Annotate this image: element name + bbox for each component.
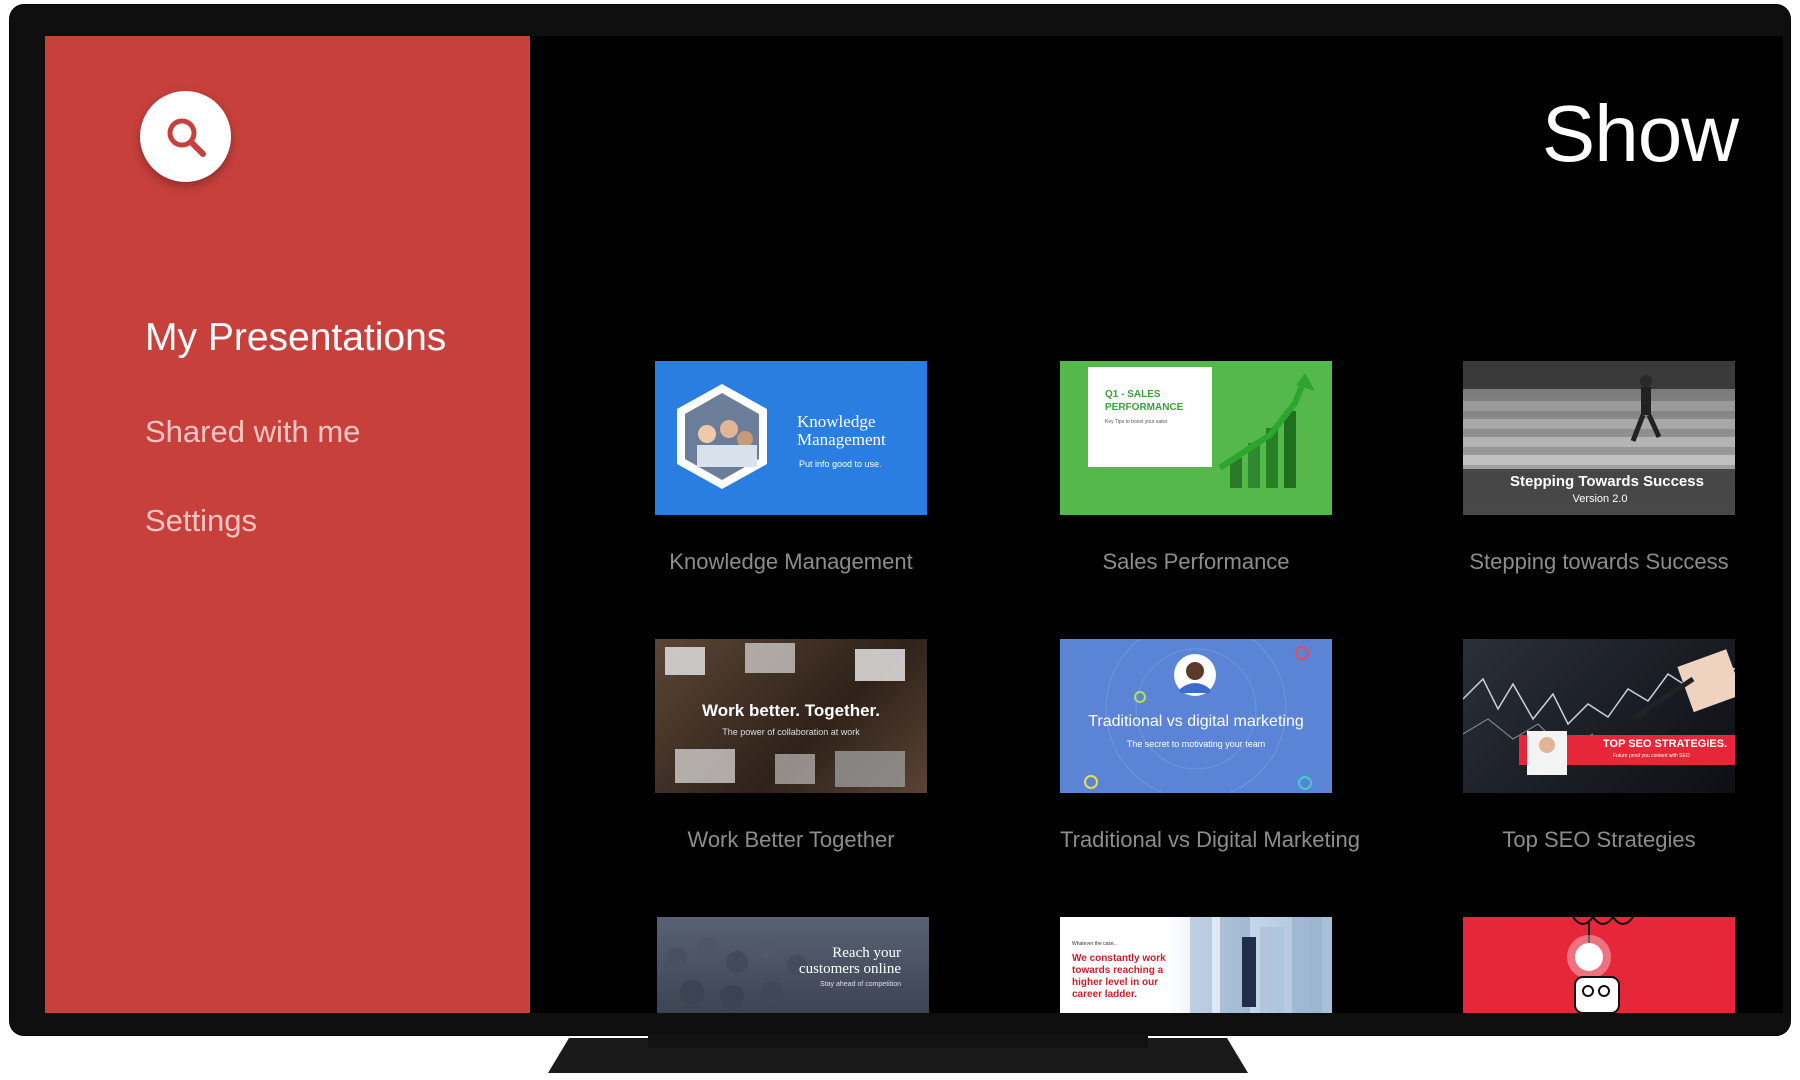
presentation-title: Sales Performance: [1102, 549, 1290, 574]
growth-chart-icon: [1218, 373, 1315, 488]
thumb-title: Knowledge Management: [797, 412, 886, 449]
presentation-card[interactable]: Stepping Towards Success Version 2.0 Ste…: [1463, 361, 1735, 575]
stock-chart-icon: [1463, 649, 1735, 775]
tv-screen: My Presentations Shared with me Settings…: [45, 36, 1783, 1013]
thumb-subtitle: Put info good to use.: [799, 459, 882, 469]
main-content: Show Knowledge Management Put info good …: [530, 36, 1783, 1013]
presentation-title: Stepping towards Success: [1469, 549, 1729, 574]
thumb-subtitle: Future proof you content with SEO: [1613, 753, 1690, 759]
thumb-kicker: Whatever the case...: [1072, 941, 1118, 947]
thumb-subtitle: The power of collaboration at work: [722, 727, 860, 737]
presentation-thumbnail: Work better. Together. The power of coll…: [655, 639, 927, 793]
presentation-card[interactable]: Reach your customers online Stay ahead o…: [657, 917, 929, 1013]
presentation-card[interactable]: TOP SEO STRATEGIES. Future proof you con…: [1463, 639, 1735, 853]
presentation-thumbnail: Stepping Towards Success Version 2.0: [1463, 361, 1735, 515]
presentation-title: Knowledge Management: [669, 549, 913, 574]
search-icon: [167, 118, 206, 157]
presentation-thumbnail: TOP SEO STRATEGIES. Future proof you con…: [1463, 639, 1735, 793]
presentation-thumbnail: Traditional vs digital marketing The sec…: [1060, 639, 1332, 793]
presentation-card[interactable]: Traditional vs digital marketing The sec…: [1060, 639, 1360, 853]
thumb-title: Work better. Together.: [702, 701, 880, 720]
presentation-title: Work Better Together: [687, 827, 895, 852]
presentation-thumbnail: Q1 - SALES PERFORMANCE Key Tips to boost…: [1060, 361, 1332, 515]
presentation-card[interactable]: [1463, 917, 1735, 1013]
presentation-title: Top SEO Strategies: [1502, 827, 1696, 852]
sidebar-item-shared-with-me[interactable]: Shared with me: [145, 415, 446, 449]
hexagon-photo-icon: [677, 384, 767, 489]
thumb-title: We constantly work towards reaching a hi…: [1072, 953, 1166, 1000]
lightbulb-icon: [1567, 917, 1634, 1013]
tv-bezel: My Presentations Shared with me Settings…: [10, 5, 1790, 1035]
sidebar-item-settings[interactable]: Settings: [145, 504, 446, 538]
thumb-subtitle: Version 2.0: [1572, 493, 1628, 505]
thumb-title: Q1 - SALES PERFORMANCE: [1105, 389, 1184, 413]
presentation-thumbnail: Knowledge Management Put info good to us…: [655, 361, 927, 515]
search-button[interactable]: [140, 91, 231, 182]
thumb-subtitle: Key Tips to boost your sales: [1105, 419, 1168, 425]
thumb-subtitle: The secret to motivating your team: [1126, 739, 1266, 749]
sidebar-nav: My Presentations Shared with me Settings: [145, 316, 446, 593]
presentation-title: Traditional vs Digital Marketing: [1060, 827, 1360, 852]
sidebar: My Presentations Shared with me Settings: [45, 36, 530, 1013]
thumb-title: Reach your customers online: [798, 945, 901, 977]
sidebar-item-my-presentations[interactable]: My Presentations: [145, 316, 446, 360]
presentation-card[interactable]: Whatever the case... We constantly work …: [1060, 917, 1332, 1013]
presentation-card[interactable]: Q1 - SALES PERFORMANCE Key Tips to boost…: [1060, 361, 1332, 575]
thumb-title: TOP SEO STRATEGIES.: [1603, 738, 1728, 750]
app-title: Show: [1541, 89, 1739, 178]
thumb-title: Traditional vs digital marketing: [1088, 713, 1304, 730]
thumb-subtitle: Stay ahead of competition: [820, 981, 901, 988]
presentation-thumbnail: Whatever the case... We constantly work …: [1060, 917, 1332, 1013]
thumb-title: Stepping Towards Success: [1510, 473, 1704, 490]
presentation-card[interactable]: Work better. Together. The power of coll…: [655, 639, 927, 853]
presentation-card[interactable]: Knowledge Management Put info good to us…: [655, 361, 927, 575]
presentation-thumbnail: Reach your customers online Stay ahead o…: [657, 917, 929, 1013]
tv-stand-neck: [648, 1035, 1148, 1048]
presentation-thumbnail: [1463, 917, 1735, 1013]
